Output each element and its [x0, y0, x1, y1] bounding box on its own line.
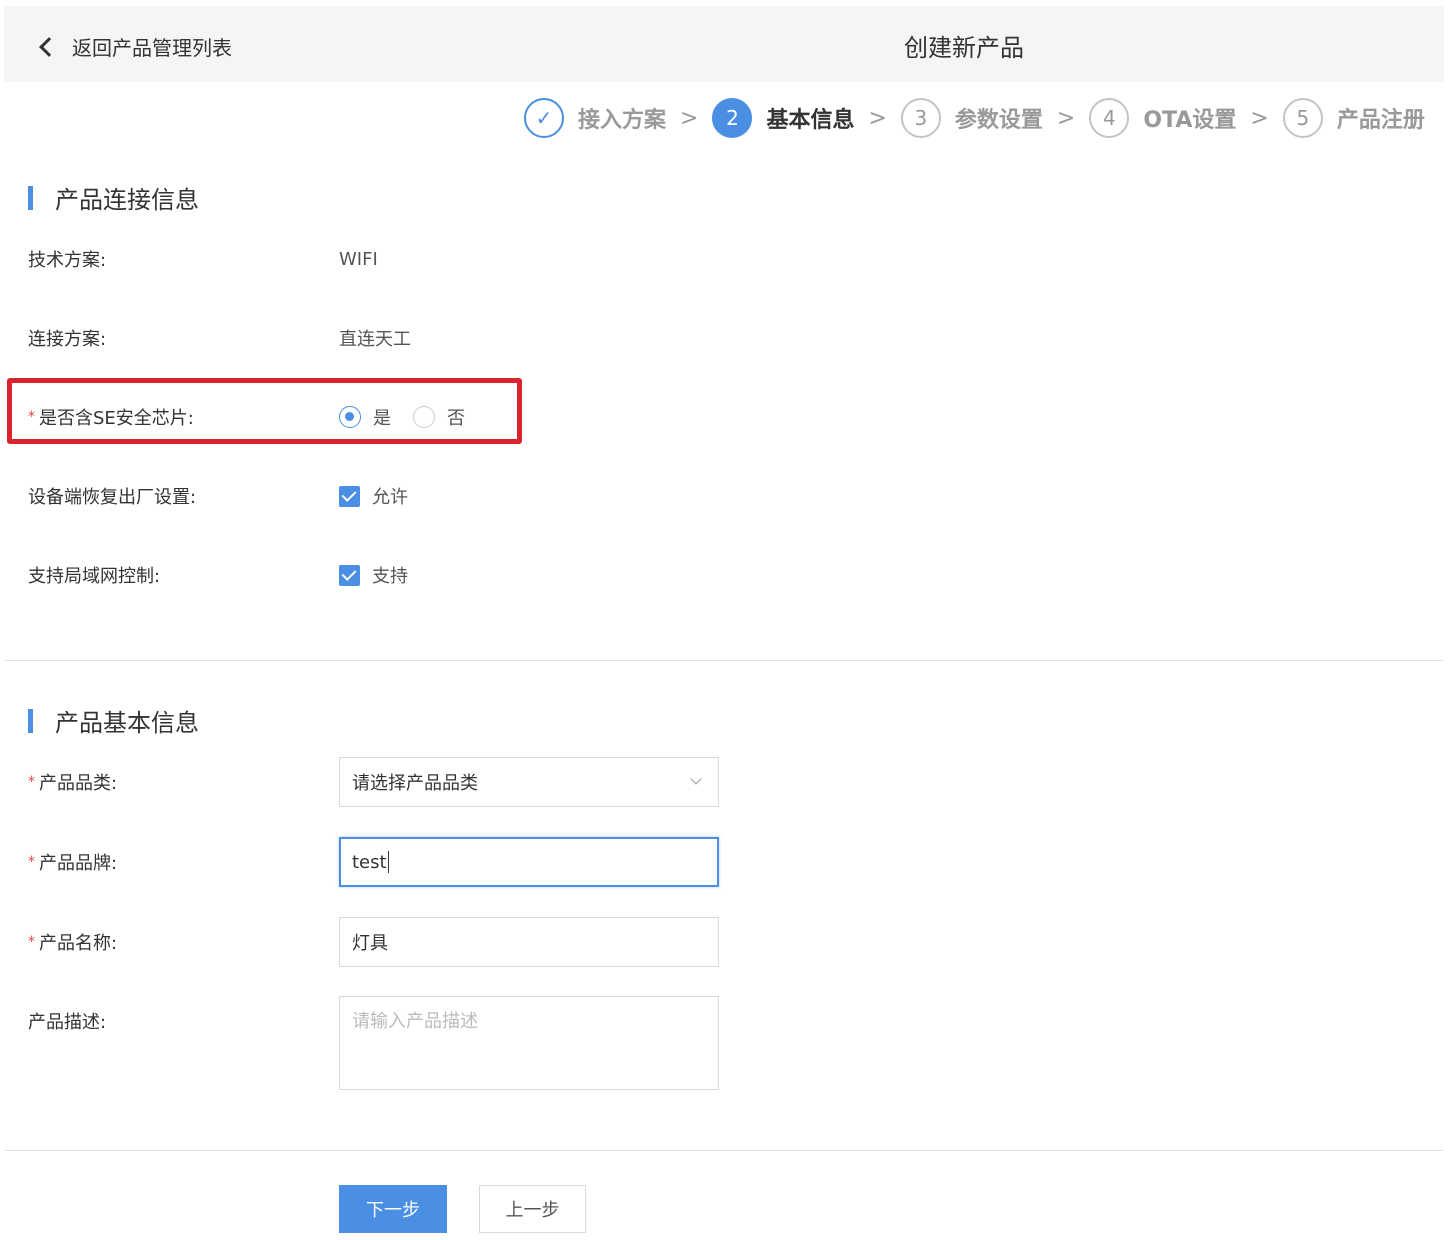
section-accent-bar: [28, 185, 33, 210]
desc-textarea[interactable]: 请输入产品描述: [339, 996, 719, 1090]
name-label: * 产品名称:: [28, 929, 339, 955]
annotation-highlight-box: [7, 378, 522, 444]
name-input-value: 灯具: [352, 933, 388, 954]
lan-support-label: 支持: [372, 566, 408, 587]
category-label-text: 产品品类:: [39, 773, 118, 794]
step-4: 4 OTA设置: [1089, 98, 1236, 138]
chevron-right-icon: >: [680, 105, 699, 131]
brand-input[interactable]: test: [339, 837, 719, 887]
section-basic-title: 产品基本信息: [28, 703, 199, 738]
step-5: 5 产品注册: [1282, 98, 1425, 138]
step-label: 参数设置: [954, 108, 1043, 133]
lan-support-checkbox[interactable]: 支持: [339, 562, 408, 588]
reset-row: 设备端恢复出厂设置: 允许: [28, 481, 728, 511]
category-select[interactable]: 请选择产品品类: [339, 757, 719, 807]
prev-step-button[interactable]: 上一步: [479, 1185, 586, 1233]
lan-row: 支持局域网控制: 支持: [28, 560, 728, 590]
step-1: ✓ 接入方案: [524, 98, 666, 138]
section-accent-bar: [28, 708, 33, 733]
top-header: 返回产品管理列表 创建新产品: [4, 6, 1444, 82]
step-number: 3: [900, 98, 941, 138]
name-input[interactable]: 灯具: [339, 917, 719, 967]
checkbox-checked-icon: [339, 564, 360, 586]
brand-label: * 产品品牌:: [28, 849, 339, 875]
step-number: 4: [1089, 98, 1130, 138]
step-label: 产品注册: [1336, 108, 1425, 133]
chevron-down-icon: [690, 773, 702, 785]
category-label: * 产品品类:: [28, 769, 339, 795]
step-indicator: ✓ 接入方案 > 2 基本信息 > 3 参数设置 > 4 OTA设置 > 5 产…: [524, 96, 1425, 140]
required-mark: *: [28, 934, 35, 950]
brand-label-text: 产品品牌:: [39, 853, 118, 874]
conn-row: 连接方案: 直连天工: [28, 323, 728, 353]
section-title-text: 产品基本信息: [55, 709, 199, 737]
tech-label: 技术方案:: [28, 250, 107, 271]
checkbox-checked-icon: [339, 485, 360, 507]
next-step-button[interactable]: 下一步: [339, 1185, 447, 1233]
brand-input-value: test: [352, 851, 387, 873]
category-select-value: 请选择产品品类: [352, 773, 478, 794]
text-caret: [387, 851, 389, 873]
chevron-right-icon: >: [1250, 105, 1269, 131]
check-icon: ✓: [524, 98, 564, 138]
chevron-right-icon: >: [1056, 105, 1076, 131]
reset-allow-label: 允许: [372, 487, 408, 508]
conn-label: 连接方案:: [28, 329, 107, 350]
required-mark: *: [28, 774, 35, 790]
step-number: 2: [712, 98, 753, 138]
step-2: 2 基本信息: [712, 98, 854, 138]
reset-allow-checkbox[interactable]: 允许: [339, 483, 408, 509]
reset-label: 设备端恢复出厂设置:: [28, 487, 197, 508]
step-label: OTA设置: [1143, 108, 1237, 133]
required-mark: *: [28, 854, 35, 870]
chevron-right-icon: >: [868, 105, 887, 131]
tech-value: WIFI: [339, 248, 378, 270]
tech-row: 技术方案: WIFI: [28, 244, 728, 274]
lan-label: 支持局域网控制:: [28, 566, 161, 587]
step-number: 5: [1282, 98, 1323, 138]
section-divider: [4, 660, 1444, 661]
conn-value: 直连天工: [339, 329, 411, 350]
name-label-text: 产品名称:: [39, 933, 118, 954]
desc-placeholder: 请输入产品描述: [352, 1011, 478, 1032]
step-label: 接入方案: [578, 108, 667, 133]
section-title-text: 产品连接信息: [55, 186, 199, 214]
page-title: 创建新产品: [904, 34, 1024, 62]
section-connection-title: 产品连接信息: [28, 180, 199, 215]
footer-divider: [4, 1150, 1444, 1151]
step-label: 基本信息: [766, 108, 855, 133]
desc-label: 产品描述:: [28, 1012, 107, 1033]
step-3: 3 参数设置: [900, 98, 1043, 138]
